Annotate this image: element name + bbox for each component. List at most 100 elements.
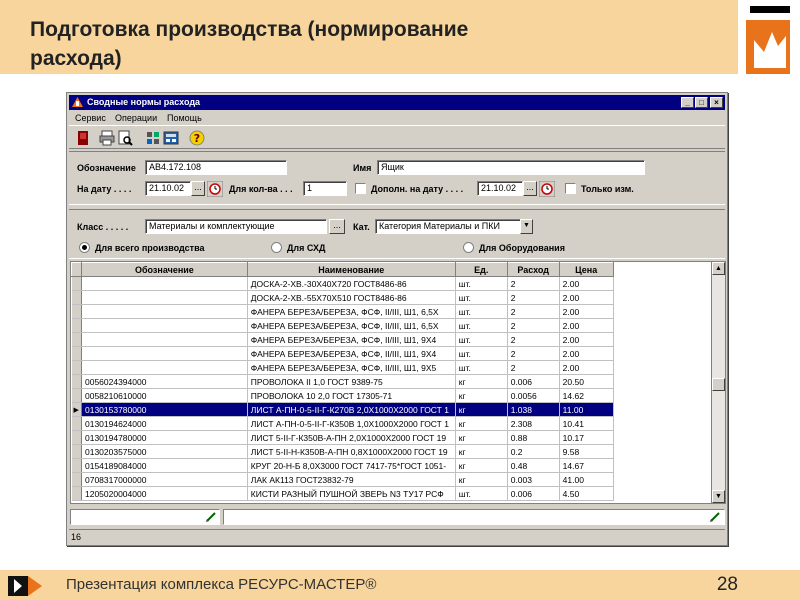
cell-price[interactable]: 2.00 [559, 318, 614, 333]
table-row[interactable]: 0130203575000 ЛИСТ 5-II-Н-К350В-А-ПН 0,8Х… [71, 444, 711, 459]
cell-designation[interactable] [81, 318, 248, 333]
cell-consumption[interactable]: 2 [507, 318, 560, 333]
qty-input[interactable]: 1 [303, 181, 347, 196]
bottom-right-pencil-icon[interactable] [709, 511, 721, 523]
cell-unit[interactable]: шт. [455, 486, 508, 501]
row-indicator[interactable] [71, 472, 82, 487]
cell-name[interactable]: ФАНЕРА БЕРЕЗА/БЕРЕЗА, ФСФ, II/III, Ш1, 9… [247, 360, 456, 375]
table-row[interactable]: ДОСКА-2-ХВ.-55Х70Х510 ГОСТ8486-86 шт. 2 2.0… [71, 290, 711, 305]
cell-price[interactable]: 14.62 [559, 388, 614, 403]
cell-name[interactable]: ФАНЕРА БЕРЕЗА/БЕРЕЗА, ФСФ, II/III, Ш1, 9… [247, 332, 456, 347]
cell-price[interactable]: 2.00 [559, 346, 614, 361]
table-row[interactable]: ▶ 0130153780000 ЛИСТ А-ПН-0-5-II-Г-К270В 2… [71, 402, 711, 417]
class-input[interactable]: Материалы и комплектующие [145, 219, 327, 234]
cell-price[interactable]: 2.00 [559, 332, 614, 347]
row-indicator[interactable] [71, 444, 82, 459]
row-indicator[interactable] [71, 486, 82, 501]
cell-price[interactable]: 14.67 [559, 458, 614, 473]
cell-unit[interactable]: кг [455, 374, 508, 389]
close-button[interactable]: × [710, 97, 723, 108]
cell-name[interactable]: КРУГ 20-Н-Б 8,0Х3000 ГОСТ 7417-75*ГОСТ 1… [247, 458, 456, 473]
minimize-button[interactable]: _ [681, 97, 694, 108]
cell-price[interactable]: 9.58 [559, 444, 614, 459]
cell-consumption[interactable]: 0.88 [507, 430, 560, 445]
row-indicator[interactable]: ▶ [71, 402, 82, 417]
cell-unit[interactable]: кг [455, 458, 508, 473]
calculator-icon[interactable] [163, 130, 179, 146]
cell-consumption[interactable]: 2 [507, 304, 560, 319]
table-row[interactable]: ФАНЕРА БЕРЕЗА/БЕРЕЗА, ФСФ, II/III, Ш1, 6… [71, 318, 711, 333]
cell-price[interactable]: 11.00 [559, 402, 614, 417]
bottom-left-pencil-icon[interactable] [205, 511, 217, 523]
cell-name[interactable]: ПРОВОЛОКА 10 2,0 ГОСТ 17305-71 [247, 388, 456, 403]
cell-name[interactable]: ДОСКА-2-ХВ.-55Х70Х510 ГОСТ8486-86 [247, 290, 456, 305]
menu-operations[interactable]: Операции [115, 113, 157, 123]
cell-price[interactable]: 20.50 [559, 374, 614, 389]
print-icon[interactable] [99, 130, 115, 146]
title-bar[interactable]: Сводные нормы расхода _ □ × [69, 95, 725, 110]
cell-unit[interactable]: шт. [455, 360, 508, 375]
row-indicator[interactable] [71, 304, 82, 319]
cell-name[interactable]: ФАНЕРА БЕРЕЗА/БЕРЕЗА, ФСФ, II/III, Ш1, 6… [247, 304, 456, 319]
help-icon[interactable]: ? [189, 130, 205, 146]
cell-designation[interactable]: 0058210610000 [81, 388, 248, 403]
date-input[interactable]: 21.10.02 [145, 181, 191, 196]
cell-unit[interactable]: кг [455, 402, 508, 417]
row-indicator[interactable] [71, 416, 82, 431]
cell-price[interactable]: 10.17 [559, 430, 614, 445]
cell-unit[interactable]: шт. [455, 318, 508, 333]
cell-designation[interactable] [81, 304, 248, 319]
exit-icon[interactable] [75, 130, 91, 146]
radio-skhd[interactable] [271, 242, 282, 253]
table-row[interactable]: ФАНЕРА БЕРЕЗА/БЕРЕЗА, ФСФ, II/III, Ш1, 6… [71, 304, 711, 319]
extra-date-input[interactable]: 21.10.02 [477, 181, 523, 196]
cell-name[interactable]: КИСТИ РАЗНЫЙ ПУШНОЙ ЗВЕРЬ N3 ТУ17 РСФ [247, 486, 456, 501]
table-row[interactable]: 0056024394000 ПРОВОЛОКА II 1,0 ГОСТ 9389-… [71, 374, 711, 389]
bottom-right-input[interactable] [223, 509, 725, 525]
cell-designation[interactable]: 0130194624000 [81, 416, 248, 431]
row-indicator[interactable] [71, 458, 82, 473]
cell-price[interactable]: 41.00 [559, 472, 614, 487]
row-indicator[interactable] [71, 346, 82, 361]
row-indicator[interactable] [71, 276, 82, 291]
designation-input[interactable]: АВ4.172.108 [145, 160, 287, 175]
row-indicator[interactable] [71, 332, 82, 347]
header-name[interactable]: Наименование [246, 262, 456, 277]
date-clock-icon[interactable] [207, 181, 223, 197]
cell-designation[interactable]: 0130203575000 [81, 444, 248, 459]
table-row[interactable]: 0130194780000 ЛИСТ 5-II-Г-К350В-А-ПН 2,0Х… [71, 430, 711, 445]
header-designation[interactable]: Обозначение [80, 262, 248, 277]
cell-designation[interactable]: 0130194780000 [81, 430, 248, 445]
table-row[interactable]: 0154189084000 КРУГ 20-Н-Б 8,0Х3000 ГОСТ 7… [71, 458, 711, 473]
table-row[interactable]: ФАНЕРА БЕРЕЗА/БЕРЕЗА, ФСФ, II/III, Ш1, 9… [71, 332, 711, 347]
cell-price[interactable]: 4.50 [559, 486, 614, 501]
cell-designation[interactable]: 0708317000000 [81, 472, 248, 487]
cell-designation[interactable]: 0154189084000 [81, 458, 248, 473]
table-row[interactable]: 1205020004000 КИСТИ РАЗНЫЙ ПУШНОЙ ЗВЕРЬ N… [71, 486, 711, 501]
cell-consumption[interactable]: 2 [507, 346, 560, 361]
cell-unit[interactable]: шт. [455, 276, 508, 291]
radio-equipment[interactable] [463, 242, 474, 253]
cell-name[interactable]: ПРОВОЛОКА II 1,0 ГОСТ 9389-75 [247, 374, 456, 389]
row-indicator[interactable] [71, 318, 82, 333]
cell-consumption[interactable]: 2 [507, 332, 560, 347]
cell-name[interactable]: ФАНЕРА БЕРЕЗА/БЕРЕЗА, ФСФ, II/III, Ш1, 9… [247, 346, 456, 361]
cell-unit[interactable]: кг [455, 416, 508, 431]
cell-unit[interactable]: кг [455, 430, 508, 445]
table-row[interactable]: ФАНЕРА БЕРЕЗА/БЕРЕЗА, ФСФ, II/III, Ш1, 9… [71, 346, 711, 361]
cell-designation[interactable] [81, 276, 248, 291]
cell-name[interactable]: ЛАК АК113 ГОСТ23832-79 [247, 472, 456, 487]
header-price[interactable]: Цена [558, 262, 614, 277]
scroll-up-button[interactable]: ▲ [712, 262, 725, 275]
cell-designation[interactable]: 1205020004000 [81, 486, 248, 501]
cell-name[interactable]: ЛИСТ А-ПН-0-5-II-Г-К350В 1,0Х1000Х2000 Г… [247, 416, 456, 431]
cell-price[interactable]: 2.00 [559, 290, 614, 305]
scroll-down-button[interactable]: ▼ [712, 490, 725, 503]
table-row[interactable]: 0708317000000 ЛАК АК113 ГОСТ23832-79 кг 0.0… [71, 472, 711, 487]
extra-date-checkbox[interactable] [355, 183, 366, 194]
cell-consumption[interactable]: 2 [507, 360, 560, 375]
cell-consumption[interactable]: 0.0056 [507, 388, 560, 403]
date-ellipsis-button[interactable]: ... [191, 181, 205, 196]
cell-designation[interactable] [81, 346, 248, 361]
cell-unit[interactable]: кг [455, 472, 508, 487]
